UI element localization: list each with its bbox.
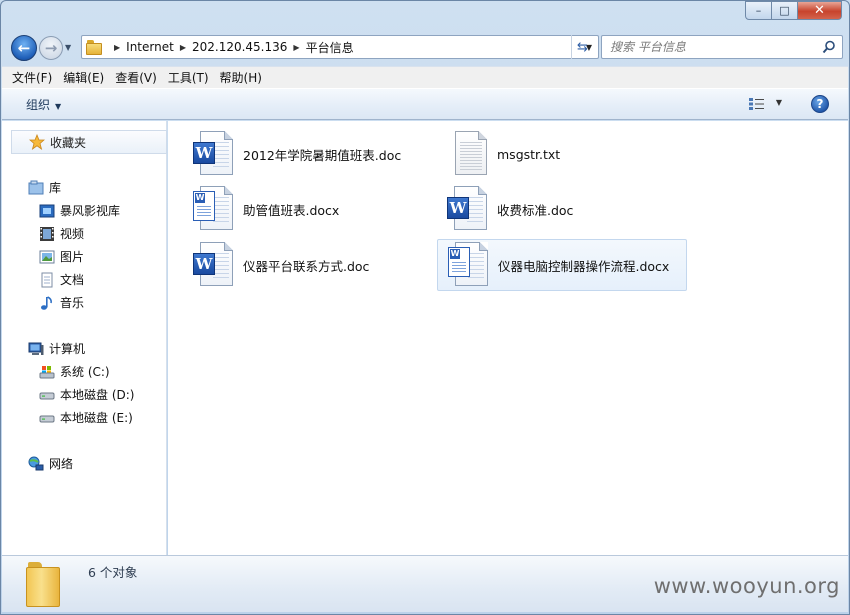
text-file-icon — [445, 130, 493, 178]
word-doc-icon: W — [191, 241, 239, 289]
sidebar-item-pictures[interactable]: 图片 — [39, 248, 84, 265]
word-docx-icon — [191, 185, 239, 233]
file-item[interactable]: msgstr.txt — [437, 128, 687, 180]
refresh-icon: ⇆ — [577, 39, 588, 55]
menu-bar: 文件(F) 编辑(E) 查看(V) 工具(T) 帮助(H) — [2, 66, 848, 88]
chevron-right-icon[interactable]: ▶ — [114, 43, 120, 52]
system-drive-icon — [39, 365, 55, 378]
item-count: 6 个对象 — [88, 565, 138, 580]
hard-drive-icon — [39, 415, 55, 422]
arrow-left-icon: ← — [17, 39, 31, 57]
menu-view[interactable]: 查看(V) — [115, 69, 157, 86]
breadcrumb-internet[interactable]: Internet — [126, 40, 174, 54]
sidebar-item-drive-c[interactable]: 系统 (C:) — [39, 363, 110, 380]
chevron-down-icon: ▼ — [55, 101, 62, 111]
file-item[interactable]: W 仪器平台联系方式.doc — [183, 239, 433, 291]
sidebar-item-drive-d[interactable]: 本地磁盘 (D:) — [39, 386, 134, 403]
word-doc-icon: W — [445, 185, 493, 233]
file-name: msgstr.txt — [497, 146, 561, 162]
search-input[interactable] — [610, 40, 810, 54]
sidebar-item-baofeng[interactable]: 暴风影视库 — [39, 202, 120, 219]
chevron-right-icon[interactable]: ▶ — [293, 43, 299, 52]
address-bar[interactable]: ▶ Internet ▶ 202.120.45.136 ▶ 平台信息 ▼ — [81, 35, 599, 59]
sidebar-item-libraries[interactable]: 库 — [28, 179, 61, 196]
search-box[interactable] — [601, 35, 843, 59]
command-bar: 组织 ▼ ▼ ? — [2, 88, 848, 120]
star-icon — [29, 134, 45, 150]
navigation-pane: 收藏夹 库 暴风影视库 视频 图片 文档 音乐 计算机 系统 (C:) 本地磁盘… — [2, 121, 167, 555]
file-name: 2012年学院暑期值班表.doc — [243, 147, 402, 163]
navigation-row: ← → ▼ ▶ Internet ▶ 202.120.45.136 ▶ 平台信息… — [9, 33, 843, 61]
sidebar-item-videos[interactable]: 视频 — [39, 225, 84, 242]
video-library-icon — [39, 204, 55, 217]
menu-edit[interactable]: 编辑(E) — [63, 69, 104, 86]
sidebar-item-favorites[interactable]: 收藏夹 — [11, 130, 167, 154]
film-icon — [40, 226, 54, 241]
menu-file[interactable]: 文件(F) — [12, 69, 52, 86]
forward-button[interactable]: → — [39, 36, 63, 60]
folder-icon — [86, 40, 102, 55]
close-button[interactable]: ✕ — [798, 1, 842, 20]
chevron-right-icon[interactable]: ▶ — [180, 43, 186, 52]
sidebar-item-music[interactable]: 音乐 — [39, 294, 84, 311]
sidebar-item-label: 收藏夹 — [50, 135, 87, 150]
word-doc-icon: W — [191, 130, 239, 178]
file-item[interactable]: W 收费标准.doc — [437, 183, 687, 235]
file-list: W 2012年学院暑期值班表.doc msgstr.txt 助管值班表.docx… — [168, 121, 848, 555]
library-icon — [28, 180, 44, 194]
hard-drive-icon — [39, 392, 55, 399]
music-note-icon — [41, 295, 52, 310]
window-controls: – □ ✕ — [745, 1, 842, 20]
network-icon — [28, 456, 44, 470]
back-button[interactable]: ← — [11, 35, 37, 61]
change-view-icon[interactable] — [748, 97, 766, 111]
menu-tools[interactable]: 工具(T) — [168, 69, 209, 86]
document-icon — [41, 272, 53, 287]
computer-icon — [28, 342, 44, 355]
file-item[interactable]: W 2012年学院暑期值班表.doc — [183, 128, 433, 180]
sidebar-item-network[interactable]: 网络 — [28, 455, 73, 472]
folder-icon — [26, 562, 66, 607]
sidebar-item-drive-e[interactable]: 本地磁盘 (E:) — [39, 409, 133, 426]
organize-label: 组织 — [26, 97, 51, 112]
maximize-button[interactable]: □ — [772, 1, 798, 20]
arrow-right-icon: → — [44, 39, 58, 57]
file-name: 助管值班表.docx — [243, 202, 340, 218]
watermark: www.wooyun.org — [653, 574, 840, 598]
sidebar-item-documents[interactable]: 文档 — [39, 271, 84, 288]
file-name: 仪器电脑控制器操作流程.docx — [498, 258, 670, 274]
menu-help[interactable]: 帮助(H) — [220, 69, 262, 86]
file-item-selected[interactable]: 仪器电脑控制器操作流程.docx — [437, 239, 687, 291]
picture-icon — [39, 250, 55, 263]
recent-pages-dropdown[interactable]: ▼ — [65, 43, 71, 52]
details-pane: 6 个对象 www.wooyun.org — [2, 555, 848, 612]
breadcrumb-folder[interactable]: 平台信息 — [306, 39, 354, 56]
sidebar-item-computer[interactable]: 计算机 — [28, 340, 85, 357]
refresh-button[interactable]: ⇆ — [571, 35, 593, 59]
minimize-button[interactable]: – — [745, 1, 772, 20]
file-item[interactable]: 助管值班表.docx — [183, 183, 433, 235]
search-icon[interactable] — [822, 40, 836, 54]
breadcrumb-host[interactable]: 202.120.45.136 — [192, 40, 287, 54]
view-options-dropdown[interactable]: ▼ — [776, 98, 782, 107]
organize-button[interactable]: 组织 ▼ — [26, 96, 61, 113]
explorer-window: – □ ✕ ← → ▼ ▶ Internet ▶ 202.120.45.136 … — [0, 0, 850, 615]
file-name: 仪器平台联系方式.doc — [243, 258, 370, 274]
file-name: 收费标准.doc — [497, 202, 574, 218]
help-icon[interactable]: ? — [811, 95, 829, 113]
word-docx-icon — [446, 241, 494, 289]
